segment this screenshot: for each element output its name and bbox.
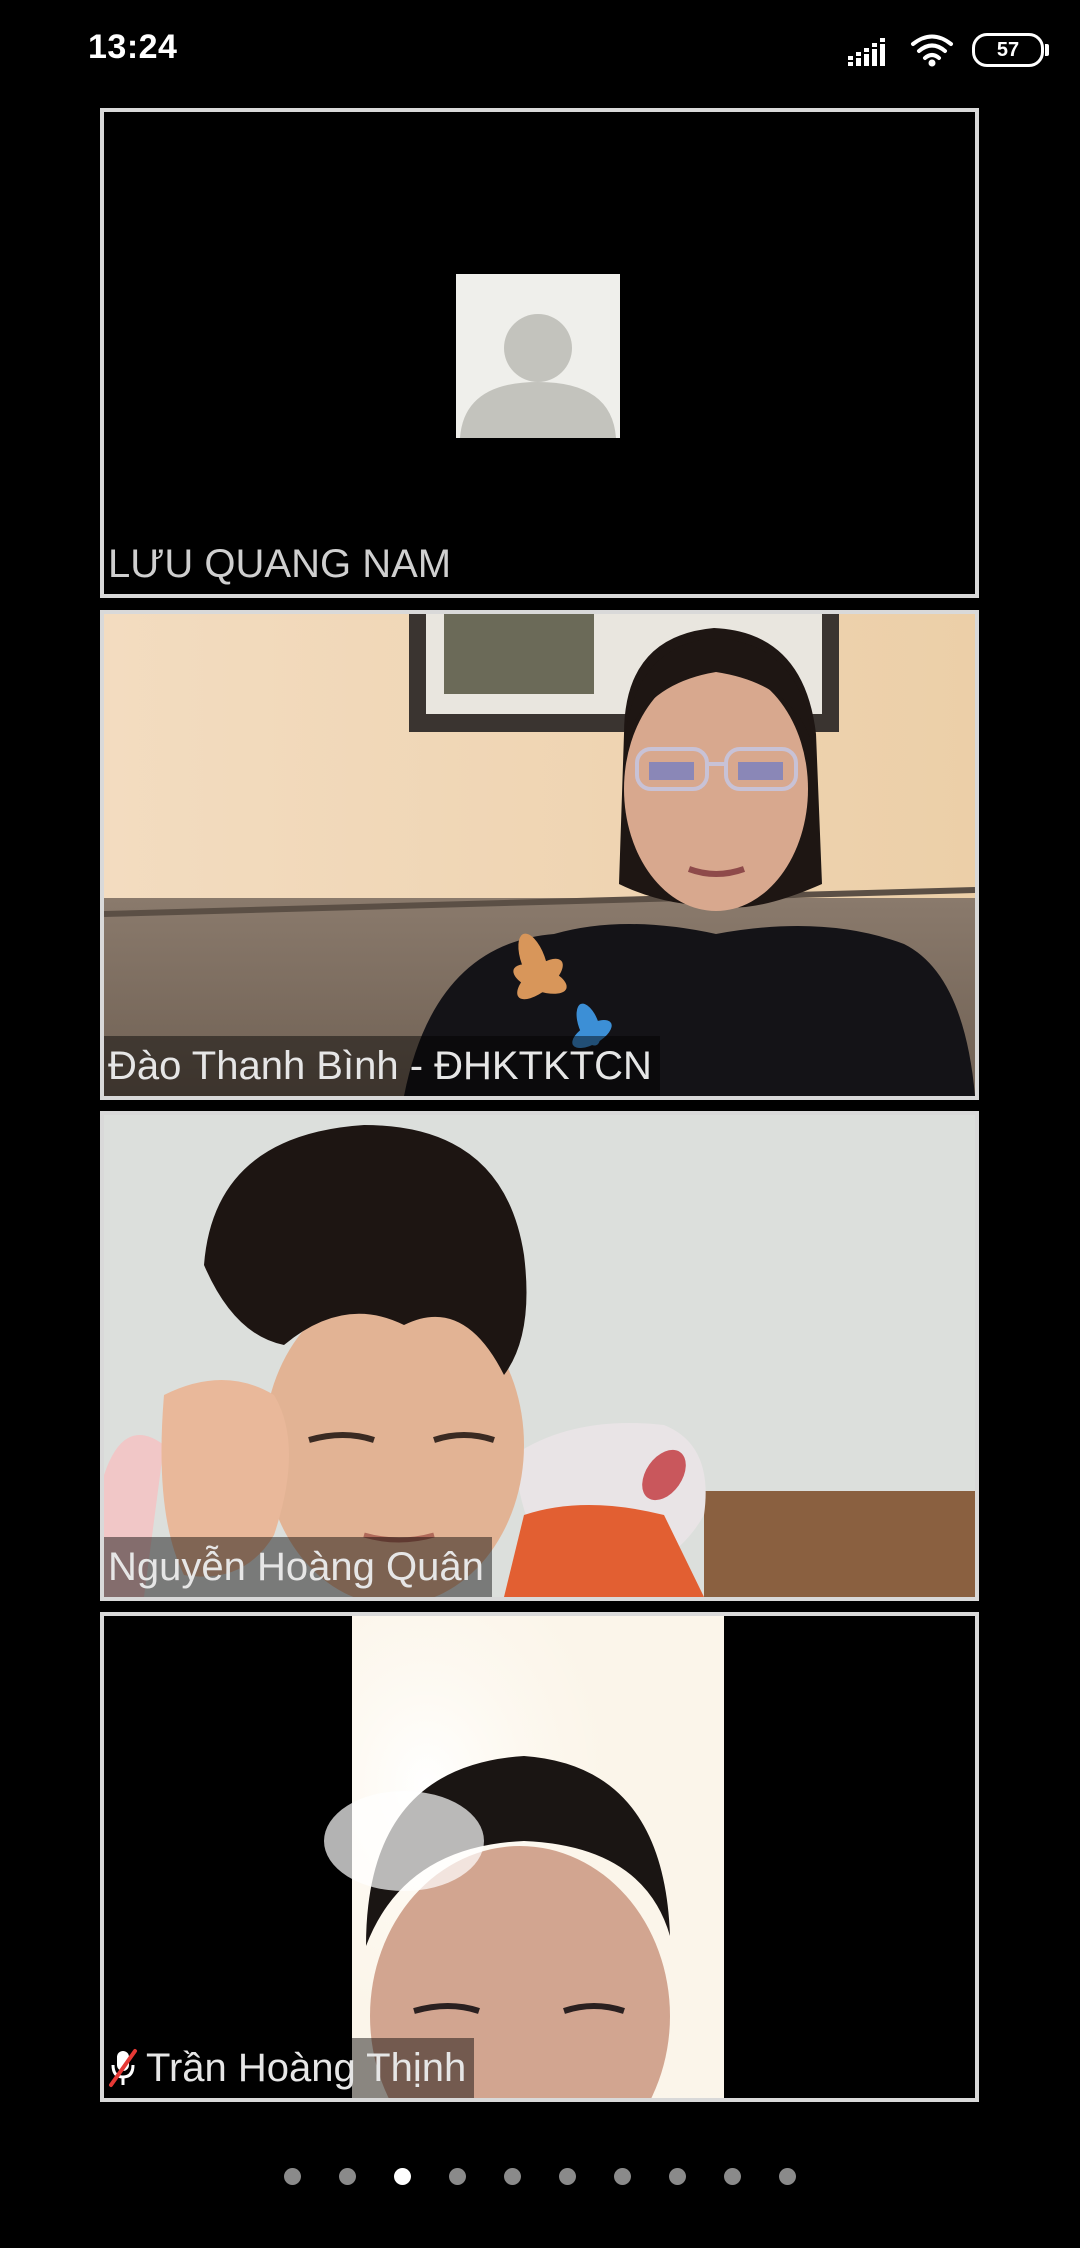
video-tile-2[interactable]: Đào Thanh Bình - ĐHKTKTCN (100, 610, 979, 1100)
page-dot-3[interactable] (394, 2168, 411, 2185)
status-bar: 13:24 57 (0, 0, 1080, 96)
page-dot-7[interactable] (614, 2168, 631, 2185)
page-dot-5[interactable] (504, 2168, 521, 2185)
participant-name-text: Nguyễn Hoàng Quân (108, 1545, 484, 1589)
page-dot-2[interactable] (339, 2168, 356, 2185)
participant-name-text: Trần Hoàng Thịnh (146, 2046, 467, 2090)
status-time: 13:24 (88, 28, 178, 66)
participant-name: LƯU QUANG NAM (104, 534, 459, 594)
participant-name: Nguyễn Hoàng Quân (104, 1537, 492, 1597)
page-indicator[interactable] (0, 2168, 1080, 2185)
battery-level: 57 (996, 38, 1020, 61)
muted-microphone-icon (109, 2049, 137, 2087)
participant-name-text: Đào Thanh Bình - ĐHKTKTCN (108, 1044, 652, 1088)
participant-name: Trần Hoàng Thịnh (104, 2038, 475, 2098)
page-dot-1[interactable] (284, 2168, 301, 2185)
wifi-icon (911, 34, 953, 67)
video-feed (104, 614, 975, 1096)
page-dot-6[interactable] (559, 2168, 576, 2185)
page-dot-10[interactable] (779, 2168, 796, 2185)
status-icons: 57 (848, 30, 1049, 70)
participant-name-text: LƯU QUANG NAM (108, 542, 452, 586)
battery-icon: 57 (972, 33, 1049, 67)
video-feed (104, 1616, 975, 2098)
participant-name: Đào Thanh Bình - ĐHKTKTCN (104, 1036, 660, 1096)
signal-icon (848, 38, 885, 66)
video-tile-3[interactable]: Nguyễn Hoàng Quân (100, 1111, 979, 1601)
video-tile-1[interactable]: LƯU QUANG NAM (100, 108, 979, 598)
page-dot-9[interactable] (724, 2168, 741, 2185)
default-avatar-icon (456, 274, 620, 438)
page-dot-4[interactable] (449, 2168, 466, 2185)
page-dot-8[interactable] (669, 2168, 686, 2185)
video-feed (104, 1115, 975, 1597)
video-tile-4[interactable]: Trần Hoàng Thịnh (100, 1612, 979, 2102)
